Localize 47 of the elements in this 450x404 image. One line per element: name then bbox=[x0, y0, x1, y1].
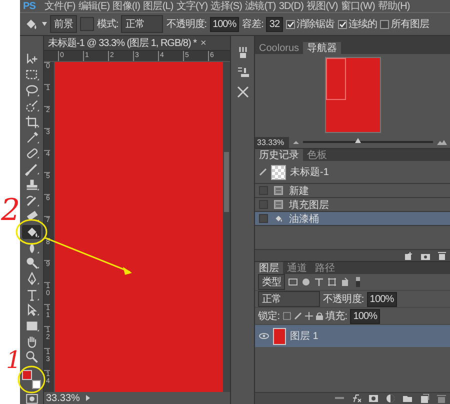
panel-tab[interactable]: 色板 bbox=[303, 149, 331, 161]
zoom-field[interactable]: 33.33% bbox=[255, 136, 289, 148]
history-step[interactable]: 油漆桶 bbox=[255, 212, 450, 226]
menu-item[interactable]: 视图(V) bbox=[306, 0, 338, 12]
menu-item[interactable]: 编辑(E) bbox=[78, 0, 110, 12]
layer-row[interactable]: 图层 1 bbox=[255, 325, 450, 347]
document-tab[interactable]: 未标题-1 @ 33.3% (图层 1, RGB/8) * bbox=[48, 36, 196, 50]
menu-item[interactable]: 窗口(W) bbox=[340, 0, 375, 12]
close-button[interactable]: × bbox=[200, 38, 206, 48]
fill-field[interactable]: 100% bbox=[350, 308, 380, 324]
panel-tab[interactable]: 图层 bbox=[255, 262, 283, 274]
tolerance-field[interactable]: 32 bbox=[266, 16, 283, 32]
menu-item[interactable]: 图层(L) bbox=[143, 0, 174, 12]
zoom-level: 33.33% bbox=[46, 392, 80, 404]
menu-item[interactable]: 3D(D) bbox=[278, 0, 304, 12]
fill-label: 填充: bbox=[326, 310, 348, 323]
menu-item[interactable]: 文字(Y) bbox=[176, 0, 208, 12]
opacity-label: 不透明度: bbox=[323, 292, 364, 306]
opacity-label: 不透明度: bbox=[166, 18, 207, 31]
snapshot-name[interactable]: 未标题-1 bbox=[290, 165, 329, 179]
lock-label: 锁定: bbox=[258, 310, 280, 323]
panel-tab[interactable]: 通道 bbox=[283, 262, 311, 274]
menu-item[interactable]: 图像(I) bbox=[112, 0, 140, 12]
panel-tab[interactable]: Coolorus bbox=[255, 42, 304, 54]
panel-tab[interactable]: 历史记录 bbox=[255, 149, 303, 161]
panel-tab[interactable]: 导航器 bbox=[303, 42, 342, 54]
checkbox-label: 连续的 bbox=[348, 18, 378, 31]
opacity-field[interactable]: 100% bbox=[210, 16, 240, 32]
annotation-number: 2 bbox=[1, 196, 20, 226]
opacity-field[interactable]: 100% bbox=[366, 292, 397, 306]
layer-name: 图层 1 bbox=[290, 330, 318, 343]
checkbox-label: 消除锯齿 bbox=[296, 18, 335, 31]
menu-item[interactable]: 滤镜(T) bbox=[245, 0, 276, 12]
annotation-number: 1 bbox=[6, 348, 22, 372]
blend-mode-dropdown[interactable]: 正常 bbox=[258, 291, 320, 307]
tolerance-label: 容差: bbox=[242, 18, 264, 31]
mode-label: 模式: bbox=[97, 18, 118, 31]
app-logo: PS bbox=[23, 0, 36, 12]
history-step[interactable]: 新建 bbox=[255, 184, 450, 198]
filter-dropdown[interactable]: 类型 bbox=[258, 274, 286, 290]
fill-source-dropdown[interactable]: 前景 bbox=[50, 15, 77, 33]
mode-dropdown[interactable]: 正常 bbox=[121, 15, 164, 33]
menu-item[interactable]: 选择(S) bbox=[210, 0, 242, 12]
menu-item[interactable]: 文件(F) bbox=[44, 0, 76, 12]
panel-tab[interactable]: 路径 bbox=[311, 262, 339, 274]
menu-item[interactable]: 帮助(H) bbox=[378, 0, 410, 12]
checkbox-label: 所有图层 bbox=[391, 18, 430, 31]
